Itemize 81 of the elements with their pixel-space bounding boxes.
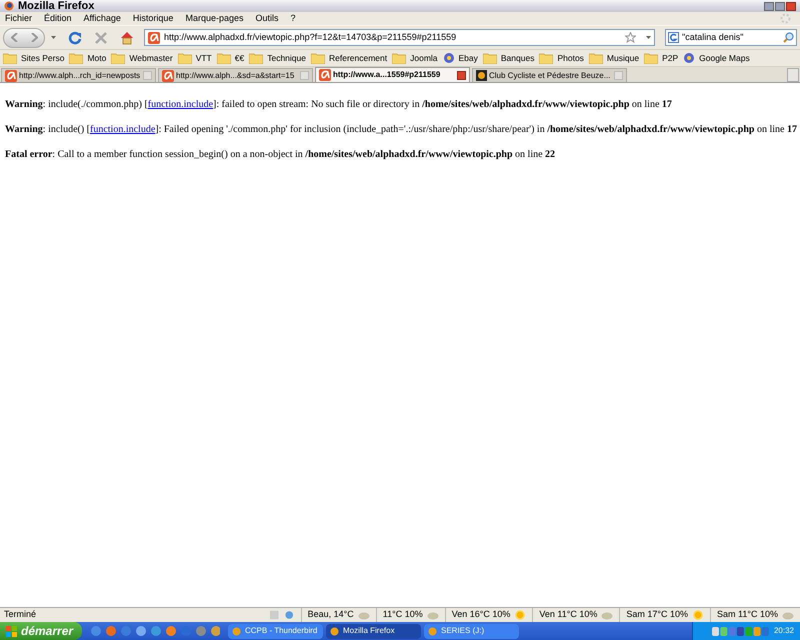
throbber-icon bbox=[780, 13, 791, 24]
bookmark-item[interactable]: Referencement bbox=[310, 52, 388, 64]
bookmark-item[interactable]: Ebay bbox=[442, 52, 478, 64]
bookmark-item[interactable]: Joomla bbox=[392, 52, 438, 64]
folder-icon bbox=[539, 52, 554, 64]
browser-tab[interactable]: Club Cycliste et Pédestre Beuze... bbox=[472, 68, 627, 82]
home-icon[interactable] bbox=[120, 30, 134, 44]
quick-launch-icons-drawing[interactable] bbox=[90, 625, 220, 637]
error-message: Fatal error: Call to a member function session_begin() on a non-object in /home/sites/web/alphadxd.fr/www/viewtopic.php on line 22 bbox=[5, 149, 556, 161]
bookmark-item[interactable]: Webmaster bbox=[111, 52, 173, 64]
folder-icon bbox=[482, 52, 497, 64]
back-forward-button[interactable] bbox=[3, 28, 45, 48]
cloud-icon bbox=[426, 610, 439, 620]
bookmark-item[interactable]: Sites Perso bbox=[3, 52, 64, 64]
site-icon bbox=[683, 52, 696, 64]
app-icon bbox=[232, 626, 241, 636]
globe-icon bbox=[284, 610, 295, 620]
restore-button[interactable] bbox=[775, 2, 785, 10]
folder-icon bbox=[588, 52, 603, 64]
doc-link[interactable]: function.include bbox=[90, 124, 156, 135]
window-title: Mozilla Firefox bbox=[18, 0, 94, 12]
address-field[interactable]: http://www.alphadxd.fr/viewtopic.php?f=12&t=14703&p=211559#p211559 bbox=[144, 29, 655, 46]
cloud-icon bbox=[358, 610, 370, 620]
folder-icon bbox=[310, 52, 325, 64]
site-logo-icon bbox=[476, 70, 487, 81]
app-icon bbox=[330, 626, 339, 636]
taskbar-button[interactable]: CCPB - Thunderbird bbox=[228, 624, 323, 638]
bookmark-item[interactable]: P2P bbox=[644, 52, 678, 64]
search-engine-icon[interactable] bbox=[668, 32, 679, 43]
close-button[interactable] bbox=[786, 2, 796, 10]
doc-link[interactable]: function.include bbox=[148, 99, 214, 110]
menu-item[interactable]: Historique bbox=[132, 14, 174, 23]
tray-icons-drawing[interactable] bbox=[712, 626, 770, 636]
app-icon bbox=[428, 626, 437, 636]
tab-close-button[interactable] bbox=[457, 70, 466, 80]
taskbar-button[interactable]: SERIES (J:) bbox=[424, 624, 519, 638]
folder-icon bbox=[644, 52, 658, 64]
error-message: Warning: include(./common.php) [function.include]: failed to open stream: No such file or directory in /home/sites/web/alphadxd.fr/www/viewtopic.php on line 17 bbox=[5, 99, 673, 111]
menu-item[interactable]: ? bbox=[290, 14, 296, 23]
bookmark-item[interactable]: Banques bbox=[482, 52, 534, 64]
folder-icon bbox=[216, 52, 231, 64]
folder-icon bbox=[111, 52, 126, 64]
error-message: Warning: include() [function.include]: Failed opening './common.php' for inclusion (include_path='.:/usr/share/php:/usr/share/pear') in /home/sites/web/alphadxd.fr/www/viewtopic.php on line 17 bbox=[5, 124, 795, 136]
status-text: Terminé bbox=[3, 608, 38, 622]
menu-item[interactable]: Édition bbox=[44, 14, 72, 23]
search-icon[interactable] bbox=[783, 32, 794, 43]
bookmark-item[interactable]: Photos bbox=[539, 52, 584, 64]
windows-logo-icon bbox=[6, 626, 17, 636]
folder-icon bbox=[69, 52, 84, 64]
bookmark-item[interactable]: Musique bbox=[588, 52, 640, 64]
bookmark-item[interactable]: Moto bbox=[69, 52, 106, 64]
folder-icon bbox=[249, 52, 264, 64]
menu-item[interactable]: Outils bbox=[256, 14, 279, 23]
bookmark-item[interactable]: VTT bbox=[178, 52, 212, 64]
folder-icon bbox=[3, 52, 17, 64]
reload-icon[interactable] bbox=[68, 30, 82, 44]
menu-item[interactable]: Affichage bbox=[84, 14, 121, 23]
firefox-logo-icon bbox=[4, 1, 14, 11]
dropdown-caret-icon[interactable] bbox=[51, 36, 56, 39]
cloud-icon bbox=[601, 610, 614, 620]
menu-item[interactable]: Marque-pages bbox=[185, 14, 244, 23]
browser-tab[interactable]: http://www.alph...rch_id=newposts bbox=[1, 68, 156, 82]
bookmark-item[interactable]: €€ bbox=[216, 52, 244, 64]
dropdown-caret-icon[interactable] bbox=[646, 36, 651, 39]
star-icon[interactable] bbox=[625, 32, 636, 43]
taskbar-button[interactable]: Mozilla Firefox bbox=[326, 624, 421, 638]
folder-icon bbox=[392, 52, 406, 64]
search-field[interactable]: "catalina denis" bbox=[665, 29, 797, 46]
sun-icon bbox=[692, 609, 704, 621]
cloud-icon bbox=[782, 610, 794, 620]
alpha-logo-icon bbox=[148, 32, 160, 44]
bookmark-item[interactable]: Technique bbox=[249, 52, 306, 64]
browser-tab[interactable]: http://www.alph...&sd=a&start=15 bbox=[158, 68, 313, 82]
sun-icon bbox=[514, 609, 526, 621]
menu-item[interactable]: Fichier bbox=[5, 14, 32, 23]
folder-icon bbox=[178, 52, 192, 64]
bookmark-item[interactable]: Google Maps bbox=[683, 52, 750, 64]
clock: 20:32 bbox=[774, 625, 794, 637]
browser-tab[interactable]: http://www.a...1559#p211559 bbox=[315, 67, 470, 82]
site-icon bbox=[442, 52, 455, 64]
minimize-button[interactable] bbox=[764, 2, 774, 10]
